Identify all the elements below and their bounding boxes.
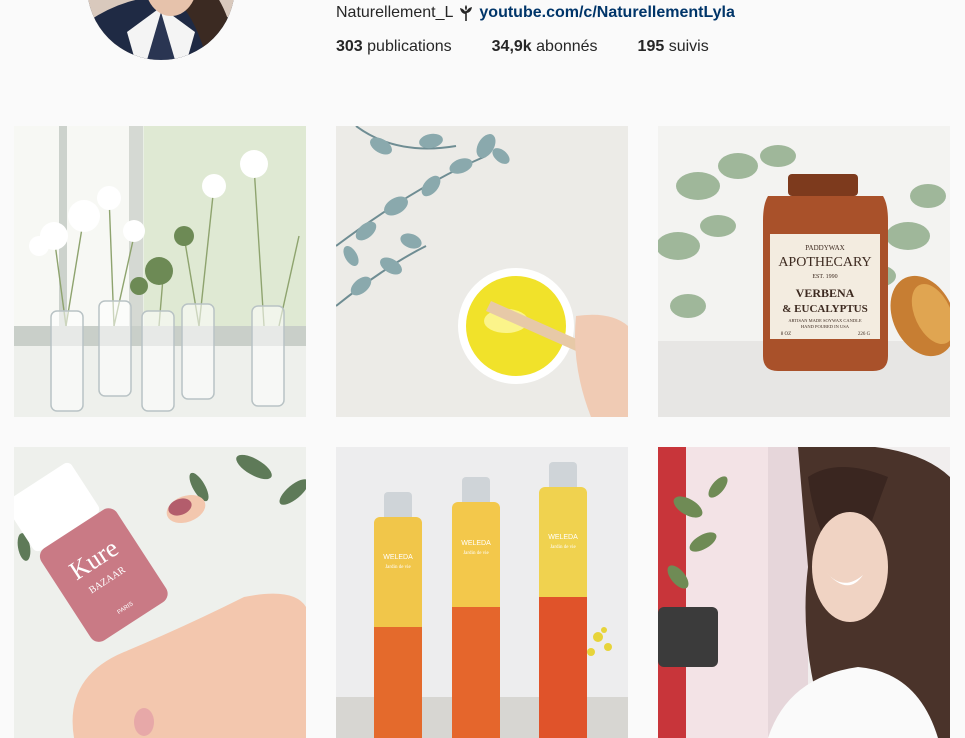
posts-count: 303 [336, 38, 363, 55]
post-thumbnail-5[interactable]: WELEDA Jardin de vie WELEDA Jardin de vi… [336, 447, 628, 738]
candle-label-small-2: HAND POURED IN USA [801, 324, 850, 329]
post-thumbnail-3[interactable]: PADDYWAX APOTHECARY EST. 1990 VERBENA & … [658, 126, 950, 417]
profile-bio-line: Naturellement_L youtube.com/c/Naturellem… [336, 3, 735, 23]
posts-stat: 303 publications [336, 38, 452, 60]
candle-label-scent-1: VERBENA [796, 286, 855, 300]
candle-label-g: 226 G [858, 332, 871, 337]
candle-label-small: ARTISAN MADE SOYWAX CANDLE [788, 318, 862, 323]
posts-grid: PADDYWAX APOTHECARY EST. 1990 VERBENA & … [14, 126, 950, 738]
following-count: 195 [637, 38, 665, 55]
perfume-sub-3: Jardin de vie [550, 545, 576, 550]
candle-label-brand: PADDYWAX [805, 244, 844, 252]
profile-stats: 303 publications 34,9k abonnés 195 suivi… [336, 38, 749, 60]
followers-count: 34,9k [491, 38, 532, 55]
post-thumbnail-4[interactable]: Kure BAZAAR PARIS [14, 447, 306, 738]
perfume-sub-1: Jardin de vie [385, 565, 411, 570]
following-label: suivis [668, 38, 709, 55]
candle-label-title: APOTHECARY [778, 255, 871, 270]
followers-stat[interactable]: 34,9k abonnés [492, 38, 598, 60]
profile-avatar[interactable] [87, 0, 235, 60]
following-stat[interactable]: 195 suivis [638, 38, 709, 60]
candle-label-scent-2: & EUCALYPTUS [782, 303, 867, 315]
candle-label-est: EST. 1990 [812, 274, 837, 280]
bio-name: Naturellement_L [336, 4, 454, 21]
followers-label: abonnés [536, 38, 598, 55]
perfume-sub-2: Jardin de vie [463, 551, 489, 556]
posts-label: publications [367, 38, 452, 55]
plant-icon [459, 5, 473, 21]
post-thumbnail-1[interactable] [14, 126, 306, 417]
perfume-label-3: WELEDA [548, 534, 578, 541]
website-link[interactable]: youtube.com/c/NaturellementLyla [479, 4, 734, 22]
candle-label-oz: 8 OZ [781, 332, 791, 337]
post-thumbnail-2[interactable] [336, 126, 628, 417]
perfume-label-1: WELEDA [383, 554, 413, 561]
post-thumbnail-6[interactable] [658, 447, 950, 738]
perfume-label-2: WELEDA [461, 540, 491, 547]
